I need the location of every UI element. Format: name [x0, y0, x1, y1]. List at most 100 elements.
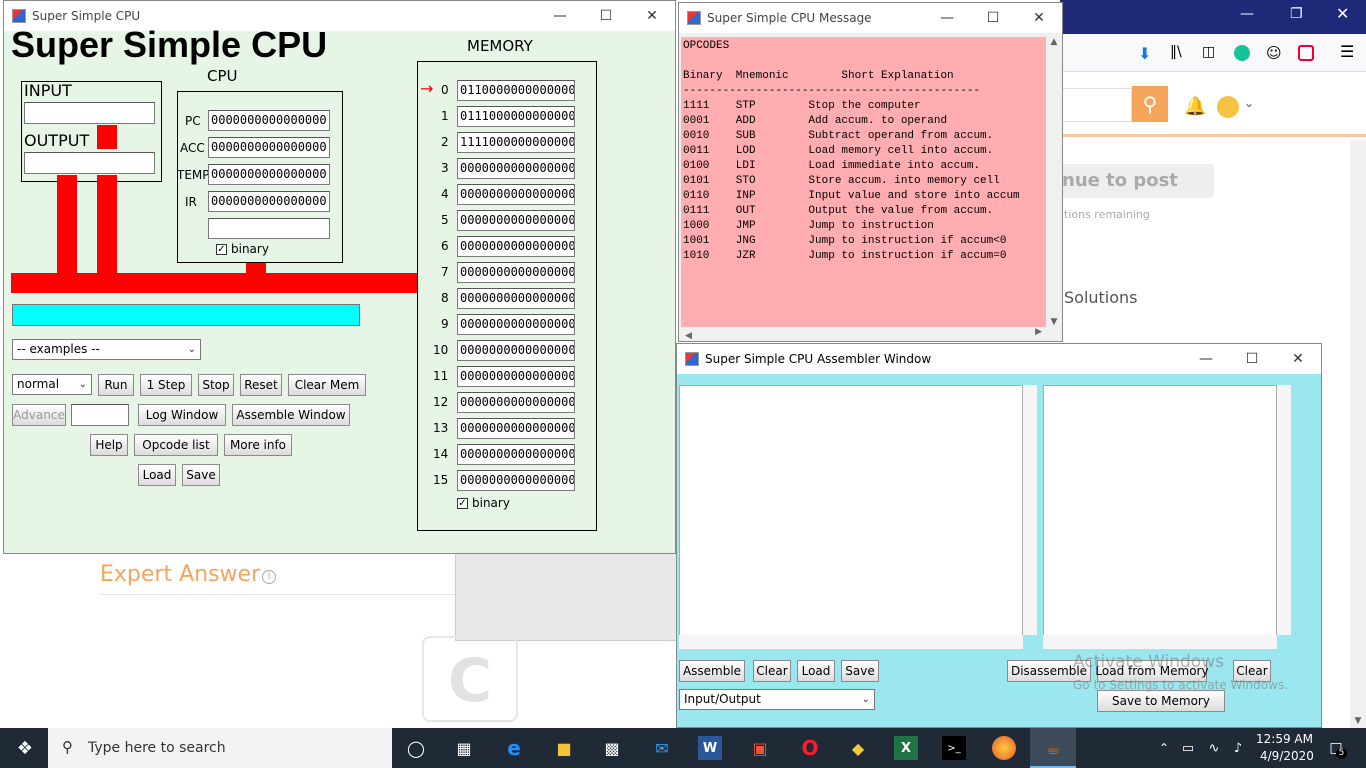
- chevron-down-icon[interactable]: ⌄: [1244, 96, 1254, 110]
- browser-close-icon[interactable]: ✕: [1336, 4, 1349, 23]
- memory-cell[interactable]: 0000000000000000: [457, 184, 575, 205]
- word-icon[interactable]: W: [698, 736, 722, 760]
- cortana-icon[interactable]: ◯: [404, 736, 428, 760]
- battery-icon[interactable]: ▭: [1176, 736, 1200, 760]
- more-info-button[interactable]: More info: [224, 434, 292, 456]
- save-to-memory-button[interactable]: Save to Memory: [1097, 690, 1225, 712]
- post-button[interactable]: nue to post: [1062, 164, 1214, 198]
- right-vertical-scrollbar[interactable]: [1277, 385, 1291, 635]
- ir-register[interactable]: 0000000000000000: [208, 191, 330, 212]
- page-scrollbar[interactable]: ▼: [1350, 140, 1366, 728]
- mode-dropdown[interactable]: Input/Output ⌄: [679, 689, 875, 710]
- memory-cell[interactable]: 0000000000000000: [457, 418, 575, 439]
- save-button[interactable]: Save: [841, 660, 879, 682]
- wifi-icon[interactable]: ∿: [1202, 736, 1226, 760]
- right-horizontal-scrollbar[interactable]: [1043, 635, 1277, 649]
- help-button[interactable]: Help: [90, 434, 128, 456]
- memory-cell[interactable]: 0000000000000000: [457, 392, 575, 413]
- advance-field[interactable]: [71, 404, 129, 426]
- machine-text-area[interactable]: [1043, 385, 1277, 649]
- memory-cell[interactable]: 0000000000000000: [457, 444, 575, 465]
- log-window-button[interactable]: Log Window: [138, 404, 226, 426]
- memory-cell[interactable]: 0000000000000000: [457, 262, 575, 283]
- windows-start-icon[interactable]: ❖: [13, 736, 37, 760]
- pocket-icon[interactable]: [1298, 45, 1314, 61]
- minimize-icon[interactable]: —: [1183, 344, 1229, 374]
- cpu-binary-checkbox[interactable]: ✓ binary: [216, 242, 269, 256]
- clock-time[interactable]: 12:59 AM: [1256, 732, 1313, 746]
- search-icon[interactable]: ⚲: [1132, 86, 1168, 122]
- acc-register[interactable]: 0000000000000000: [208, 137, 330, 158]
- volume-icon[interactable]: ♪: [1226, 736, 1250, 760]
- assembly-text-area[interactable]: [679, 385, 1023, 649]
- mail-icon[interactable]: ✉: [650, 736, 674, 760]
- save-button[interactable]: Save: [182, 464, 220, 486]
- avatar[interactable]: [1217, 96, 1239, 118]
- memory-cell[interactable]: 0111000000000000: [457, 106, 575, 127]
- library-icon[interactable]: ‖\: [1170, 44, 1182, 60]
- memory-cell[interactable]: 0000000000000000: [457, 366, 575, 387]
- stop-button[interactable]: Stop: [198, 374, 234, 396]
- close-icon[interactable]: ✕: [1016, 3, 1062, 33]
- step-button[interactable]: 1 Step: [140, 374, 192, 396]
- account-icon[interactable]: ☺: [1266, 44, 1282, 62]
- maximize-icon[interactable]: ☐: [970, 3, 1016, 33]
- menu-icon[interactable]: ☰: [1340, 42, 1354, 61]
- memory-cell[interactable]: 0000000000000000: [457, 288, 575, 309]
- browser-restore-icon[interactable]: ❐: [1290, 6, 1303, 22]
- store-icon[interactable]: ▩: [600, 736, 624, 760]
- excel-icon[interactable]: X: [894, 736, 918, 760]
- temp-register[interactable]: 0000000000000000: [208, 164, 330, 185]
- load-button[interactable]: Load: [138, 464, 176, 486]
- grammarly-icon[interactable]: [1234, 45, 1250, 61]
- terminal-icon[interactable]: >_: [942, 736, 966, 760]
- pc-register[interactable]: 0000000000000000: [208, 110, 330, 131]
- clock-date[interactable]: 4/9/2020: [1260, 749, 1314, 763]
- horizontal-scrollbar[interactable]: ◀ ▶: [681, 327, 1046, 341]
- file-explorer-icon[interactable]: ■: [552, 736, 576, 760]
- taskbar-search-box[interactable]: ⚲ Type here to search: [48, 728, 392, 768]
- close-icon[interactable]: ✕: [1275, 344, 1321, 374]
- memory-cell[interactable]: 0000000000000000: [457, 470, 575, 491]
- browser-minimize-icon[interactable]: —: [1240, 6, 1254, 22]
- speed-dropdown[interactable]: normal ⌄: [12, 374, 92, 395]
- opcode-list-button[interactable]: Opcode list: [134, 434, 218, 456]
- minimize-icon[interactable]: —: [537, 1, 583, 31]
- maximize-icon[interactable]: ☐: [1229, 344, 1275, 374]
- input-field[interactable]: [24, 102, 155, 124]
- assemble-window-button[interactable]: Assemble Window: [232, 404, 350, 426]
- reader-icon[interactable]: ◫: [1202, 44, 1215, 60]
- recorder-icon[interactable]: ▣: [748, 736, 772, 760]
- download-icon[interactable]: ⬇: [1138, 44, 1151, 63]
- memory-binary-checkbox[interactable]: ✓ binary: [457, 496, 510, 510]
- left-vertical-scrollbar[interactable]: [1023, 385, 1037, 635]
- memory-cell[interactable]: 0000000000000000: [457, 158, 575, 179]
- load-button[interactable]: Load: [797, 660, 835, 682]
- page-search-box[interactable]: [1062, 88, 1132, 122]
- minimize-icon[interactable]: —: [924, 3, 970, 33]
- memory-cell[interactable]: 0110000000000000: [457, 80, 575, 101]
- advance-button[interactable]: Advance: [12, 404, 66, 426]
- memory-cell[interactable]: 0000000000000000: [457, 236, 575, 257]
- memory-cell[interactable]: 0000000000000000: [457, 340, 575, 361]
- run-button[interactable]: Run: [98, 374, 134, 396]
- vertical-scrollbar[interactable]: ▲ ▼: [1046, 37, 1062, 327]
- maximize-icon[interactable]: ☐: [583, 1, 629, 31]
- edge-icon[interactable]: e: [502, 736, 526, 760]
- clear-button[interactable]: Clear: [753, 660, 791, 682]
- firefox-icon[interactable]: [992, 736, 1016, 760]
- opera-icon[interactable]: O: [798, 736, 822, 760]
- left-horizontal-scrollbar[interactable]: [679, 635, 1023, 649]
- memory-cell[interactable]: 1111000000000000: [457, 132, 575, 153]
- reset-button[interactable]: Reset: [240, 374, 282, 396]
- close-icon[interactable]: ✕: [629, 1, 675, 31]
- memory-cell[interactable]: 0000000000000000: [457, 314, 575, 335]
- bell-icon[interactable]: 🔔: [1184, 96, 1206, 117]
- task-view-icon[interactable]: ▦: [452, 736, 476, 760]
- examples-dropdown[interactable]: -- examples -- ⌄: [12, 339, 201, 360]
- assemble-button[interactable]: Assemble: [679, 660, 745, 682]
- memory-cell[interactable]: 0000000000000000: [457, 210, 575, 231]
- clear-mem-button[interactable]: Clear Mem: [288, 374, 366, 396]
- chevron-up-icon[interactable]: ⌃: [1152, 736, 1176, 760]
- python-icon[interactable]: ◆: [846, 736, 870, 760]
